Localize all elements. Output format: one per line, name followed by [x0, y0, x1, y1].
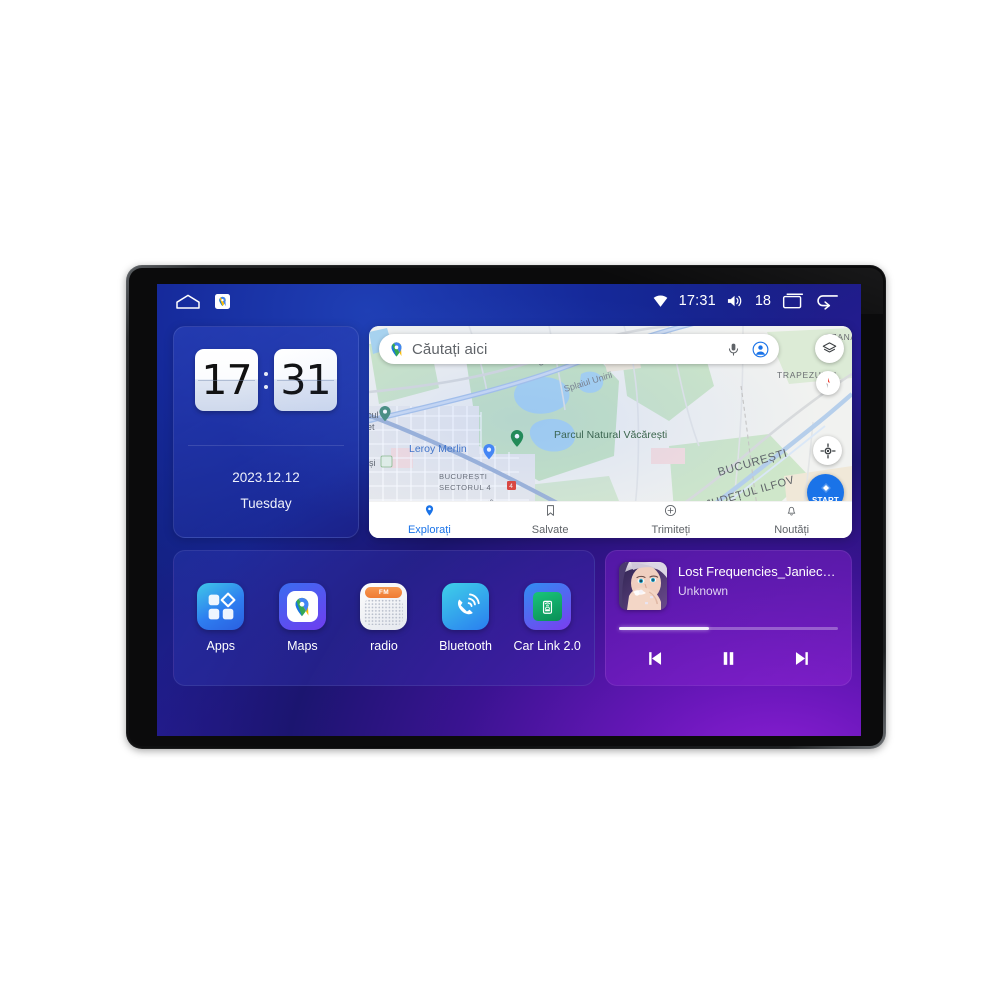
app-shortcut-maps[interactable]: Maps — [265, 583, 339, 653]
clock-date: 2023.12.12 — [232, 470, 300, 485]
app-shortcut-bluetooth[interactable]: Bluetooth — [429, 583, 503, 653]
bluetooth-phone-icon — [442, 583, 490, 630]
track-artist: Unknown — [678, 584, 729, 598]
plus-circle-icon — [664, 504, 677, 522]
maps-icon[interactable] — [215, 293, 230, 309]
clock-colon — [263, 371, 269, 389]
status-bar-left — [157, 293, 230, 309]
microphone-icon[interactable] — [724, 340, 742, 358]
app-shortcut-carlink[interactable]: Car Link 2.0 — [510, 583, 584, 653]
map-nav-contribute[interactable]: Trimiteți — [611, 502, 732, 538]
playback-progress-fill — [619, 627, 709, 630]
svg-text:Parcul Natural Văcărești: Parcul Natural Văcărești — [554, 429, 667, 441]
clock-weekday: Tuesday — [240, 496, 292, 511]
flip-clock: 17 31 — [174, 327, 358, 411]
next-track-icon[interactable] — [784, 645, 820, 671]
album-art[interactable] — [619, 562, 667, 610]
previous-track-icon[interactable] — [638, 645, 674, 671]
map-nav-explore[interactable]: Explorați — [369, 502, 490, 538]
app-label-radio: radio — [370, 639, 398, 653]
playback-progress-bar[interactable] — [619, 627, 838, 630]
car-link-icon — [523, 583, 571, 630]
app-label-apps: Apps — [206, 639, 236, 653]
device-bezel: 17:31 18 17 31 2023.12.12 Tuesday TRAPEZ… — [129, 268, 883, 746]
volume-level: 18 — [754, 293, 771, 309]
home-icon[interactable] — [175, 294, 201, 309]
track-title: Lost Frequencies_Janieck Devy-... — [678, 564, 838, 579]
maps-widget[interactable]: OZANA TRAPEZULUI TITAN Unirii Splaiul Un… — [369, 326, 852, 538]
status-time: 17:31 — [678, 293, 716, 309]
svg-text:și: și — [369, 458, 376, 468]
svg-text:et: et — [369, 422, 375, 432]
playback-controls — [619, 645, 838, 671]
radio-grille — [364, 599, 404, 625]
compass-icon[interactable] — [816, 371, 840, 395]
music-player-widget: Lost Frequencies_Janieck Devy-... Unknow… — [605, 550, 852, 686]
app-label-carlink: Car Link 2.0 — [513, 639, 581, 653]
clock-minutes-card: 31 — [274, 349, 337, 411]
music-info-row: Lost Frequencies_Janieck Devy-... Unknow… — [619, 562, 838, 610]
clock-divider — [188, 445, 344, 446]
location-pin-icon — [423, 504, 436, 522]
search-maps-pin-icon — [387, 340, 405, 358]
my-location-icon[interactable] — [813, 436, 842, 465]
apps-grid-icon — [197, 583, 245, 630]
device-screen: 17:31 18 17 31 2023.12.12 Tuesday TRAPEZ… — [157, 284, 861, 736]
radio-fm-badge: FM — [365, 587, 403, 598]
clock-widget[interactable]: 17 31 2023.12.12 Tuesday — [173, 326, 359, 538]
map-nav-explore-label: Explorați — [407, 524, 451, 536]
svg-text:cul: cul — [369, 410, 379, 420]
car-head-unit-device: 17:31 18 17 31 2023.12.12 Tuesday TRAPEZ… — [126, 265, 886, 749]
map-bottom-nav: Explorați Salvate Trimiteți Noutăți — [369, 501, 852, 538]
map-nav-updates[interactable]: Noutăți — [731, 502, 852, 538]
map-nav-saved[interactable]: Salvate — [490, 502, 611, 538]
app-label-maps: Maps — [287, 639, 318, 653]
bell-icon — [785, 504, 798, 522]
clock-minutes: 31 — [280, 356, 331, 404]
svg-text:BUCUREȘTI: BUCUREȘTI — [439, 472, 487, 481]
clock-hours-card: 17 — [195, 349, 258, 411]
clock-hours: 17 — [201, 356, 252, 404]
maps-chip — [286, 591, 318, 622]
app-shortcut-apps[interactable]: Apps — [184, 583, 258, 653]
navigation-arrow-icon — [820, 482, 831, 493]
map-search-bar[interactable]: Căutați aici — [379, 334, 779, 364]
map-nav-updates-label: Noutăți — [774, 524, 810, 536]
status-bar: 17:31 18 — [157, 284, 861, 318]
pause-icon[interactable] — [711, 645, 747, 671]
music-metadata: Lost Frequencies_Janieck Devy-... Unknow… — [678, 562, 838, 598]
app-shortcut-radio[interactable]: FM radio — [347, 583, 421, 653]
map-search-placeholder[interactable]: Căutați aici — [405, 341, 724, 358]
app-label-bluetooth: Bluetooth — [439, 639, 492, 653]
app-shortcuts-widget: Apps Maps FM radio Bluetooth Car Link 2.… — [173, 550, 595, 686]
svg-text:4: 4 — [509, 483, 513, 490]
map-nav-saved-label: Salvate — [531, 524, 569, 536]
map-layers-icon[interactable] — [815, 334, 844, 363]
svg-text:Leroy Merlin: Leroy Merlin — [409, 443, 467, 455]
back-icon[interactable] — [815, 293, 839, 310]
radio-fm-text: FM — [378, 589, 390, 596]
svg-text:SECTORUL 4: SECTORUL 4 — [439, 483, 491, 492]
carlink-badge — [532, 592, 562, 621]
map-nav-contribute-label: Trimiteți — [651, 524, 691, 536]
maps-pin-icon — [278, 583, 326, 630]
account-avatar-icon[interactable] — [751, 340, 769, 358]
fm-radio-icon: FM — [360, 583, 408, 630]
wifi-icon — [653, 294, 668, 308]
status-bar-right: 17:31 18 — [653, 293, 861, 310]
bookmark-icon — [544, 504, 557, 522]
screenshot-stage: 17:31 18 17 31 2023.12.12 Tuesday TRAPEZ… — [0, 0, 1000, 1000]
volume-icon — [727, 294, 744, 308]
recent-apps-icon[interactable] — [782, 293, 804, 309]
